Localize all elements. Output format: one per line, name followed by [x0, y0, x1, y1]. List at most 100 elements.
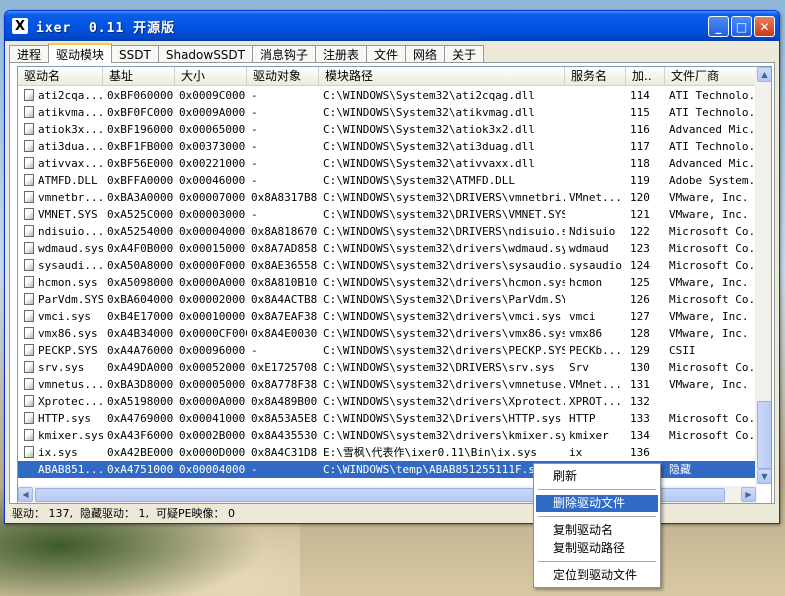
- table-row[interactable]: ativvax... 0xBF56E000 0x00221000- C:\WINDOW…: [18, 155, 758, 172]
- cell-module-path: C:\WINDOWS\system32\drivers\sysaudio...: [323, 259, 565, 272]
- scroll-left-icon[interactable]: ◀: [18, 487, 33, 502]
- driver-name-text: srv.sys: [38, 361, 85, 374]
- cell-file-vendor: [665, 444, 758, 461]
- cell-load-order: 128: [630, 327, 650, 340]
- cell-service-name: HTTP: [569, 412, 596, 425]
- driver-file-icon: [24, 429, 34, 441]
- cell-driver-object: 0x8A53A5E8: [251, 412, 318, 425]
- table-row[interactable]: ATMFD.DLL 0xBFFA0000 0x00046000- C:\WINDOWS…: [18, 172, 758, 189]
- cell-driver-object: -: [251, 89, 258, 102]
- cell-driver-name: srv.sys: [18, 359, 103, 376]
- cell-load-order: 122: [630, 225, 650, 238]
- driver-file-icon: [24, 89, 34, 101]
- table-row[interactable]: Xprotec... 0xA5198000 0x0000A000 0x8A489B00…: [18, 393, 758, 410]
- scroll-right-icon[interactable]: ▶: [741, 487, 756, 502]
- table-row[interactable]: hcmon.sys 0xA5098000 0x0000A000 0x8A810B10 C…: [18, 274, 758, 291]
- driver-name-text: PECKP.SYS: [38, 344, 98, 357]
- cell-service-name: [565, 87, 626, 104]
- menu-item-copy-driver-name[interactable]: 复制驱动名: [536, 522, 658, 539]
- maximize-button[interactable]: □: [731, 16, 752, 37]
- cell-file-vendor: VMware, Inc.: [669, 276, 749, 289]
- tab-7[interactable]: 文件: [366, 45, 407, 63]
- cell-driver-object: 0x8A818670: [251, 225, 318, 238]
- menu-item-locate-driver-file[interactable]: 定位到驱动文件: [536, 567, 658, 584]
- table-row[interactable]: atiok3x... 0xBF196000 0x00065000- C:\WINDOW…: [18, 121, 758, 138]
- table-row[interactable]: vmnetbr... 0xBA3A0000 0x00007000 0x8A8317B8…: [18, 189, 758, 206]
- table-row[interactable]: atikvma... 0xBF0FC000 0x0009A000- C:\WINDOW…: [18, 104, 758, 121]
- cell-load-order: 118: [630, 157, 650, 170]
- tab-3[interactable]: SSDT: [111, 45, 159, 63]
- cell-file-vendor: VMware, Inc.: [669, 310, 749, 323]
- scroll-down-icon[interactable]: ▼: [757, 469, 771, 484]
- table-row[interactable]: ParVdm.SYS 0xBA604000 0x00002000 0x8A4ACTB8…: [18, 291, 758, 308]
- table-row[interactable]: ndisuio... 0xA5254000 0x00004000 0x8A818670…: [18, 223, 758, 240]
- cell-size: 0x00221000: [179, 157, 246, 170]
- cell-driver-object: -: [251, 140, 258, 153]
- column-header-load-order[interactable]: 加..: [626, 67, 665, 86]
- table-row[interactable]: vmnetus... 0xBA3D8000 0x00005000 0x8A778F38…: [18, 376, 758, 393]
- table-row[interactable]: VMNET.SYS 0xA525C000 0x00003000- C:\WINDOWS…: [18, 206, 758, 223]
- cell-load-order: 134: [630, 429, 650, 442]
- cell-base-address: 0xA42BE000: [107, 446, 174, 459]
- table-row[interactable]: HTTP.sys 0xA4769000 0x00041000 0x8A53A5E8 C:…: [18, 410, 758, 427]
- cell-file-vendor: Advanced Mic...: [669, 157, 758, 170]
- cell-file-vendor: Microsoft Co...: [669, 429, 758, 442]
- close-button[interactable]: ✕: [754, 16, 775, 37]
- vertical-scrollbar[interactable]: ▲ ▼: [755, 67, 771, 485]
- cell-load-order: 120: [630, 191, 650, 204]
- column-header-module-path[interactable]: 模块路径: [319, 67, 565, 86]
- table-row[interactable]: wdmaud.sys 0xA4F0B000 0x00015000 0x8A7AD858…: [18, 240, 758, 257]
- table-row[interactable]: srv.sys 0xA49DA000 0x00052000 0xE1725708 C:\…: [18, 359, 758, 376]
- tab-2[interactable]: 驱动模块: [48, 43, 113, 63]
- cell-base-address: 0xBF1FB000: [107, 140, 174, 153]
- cell-size: 0x0000A000: [179, 395, 246, 408]
- vertical-scroll-thumb[interactable]: [757, 401, 771, 469]
- cell-driver-object: -: [251, 174, 258, 187]
- table-row[interactable]: kmixer.sys 0xA43F6000 0x0002B000 0x8A435530…: [18, 427, 758, 444]
- cell-file-vendor: [665, 393, 758, 410]
- column-header-service-name[interactable]: 服务名: [565, 67, 626, 86]
- table-row[interactable]: vmci.sys 0xB4E17000 0x00010000 0x8A7EAF38 C:…: [18, 308, 758, 325]
- cell-base-address: 0xBA3A0000: [107, 191, 174, 204]
- driver-file-icon: [24, 225, 34, 237]
- tab-panel: 驱动名 基址 大小 驱动对象 模块路径 服务名 加.. 文件厂商 ati2cqa... 0xBF…: [9, 62, 775, 504]
- cell-driver-name: hcmon.sys: [18, 274, 103, 291]
- scroll-up-icon[interactable]: ▲: [757, 67, 771, 82]
- column-header-size[interactable]: 大小: [175, 67, 247, 86]
- list-header: 驱动名 基址 大小 驱动对象 模块路径 服务名 加.. 文件厂商: [18, 67, 758, 86]
- cell-driver-object: 0x8A489B00: [251, 395, 318, 408]
- cell-service-name: VMnet...: [569, 191, 622, 204]
- driver-name-text: ndisuio...: [38, 225, 103, 238]
- tab-4[interactable]: ShadowSSDT: [157, 45, 253, 63]
- table-row[interactable]: sysaudi... 0xA50A8000 0x0000F000 0x8AE36558…: [18, 257, 758, 274]
- menu-item-refresh[interactable]: 刷新: [536, 468, 658, 485]
- cell-driver-name: ati3dua...: [18, 138, 103, 155]
- table-row[interactable]: ati3dua... 0xBF1FB000 0x00373000- C:\WINDOW…: [18, 138, 758, 155]
- tab-5[interactable]: 消息钩子: [252, 45, 317, 63]
- cell-module-path: C:\WINDOWS\system32\drivers\Xprotect...: [323, 395, 565, 408]
- table-row[interactable]: vmx86.sys 0xA4B34000 0x0000CF000 0x8A4E0030…: [18, 325, 758, 342]
- cell-size: 0x0000D000: [179, 446, 246, 459]
- driver-list[interactable]: 驱动名 基址 大小 驱动对象 模块路径 服务名 加.. 文件厂商 ati2cqa... 0xBF…: [17, 66, 772, 504]
- cell-module-path: C:\WINDOWS\System32\ati2cqag.dll: [323, 89, 535, 102]
- driver-file-icon: [24, 446, 34, 458]
- table-row[interactable]: PECKP.SYS 0xA4A76000 0x00096000- C:\WINDOWS…: [18, 342, 758, 359]
- cell-size: 0x00010000: [179, 310, 246, 323]
- column-header-driver-object[interactable]: 驱动对象: [247, 67, 319, 86]
- minimize-button[interactable]: _: [708, 16, 729, 37]
- tab-1[interactable]: 进程: [9, 45, 50, 63]
- column-header-file-vendor[interactable]: 文件厂商: [665, 67, 758, 86]
- tab-9[interactable]: 关于: [444, 45, 485, 63]
- cell-load-order: 124: [630, 259, 650, 272]
- table-row[interactable]: ix.sys 0xA42BE000 0x0000D000 0x8A4C31D8 E:\雪…: [18, 444, 758, 461]
- column-header-driver-name[interactable]: 驱动名: [18, 67, 103, 86]
- menu-item-delete-driver-file[interactable]: 删除驱动文件: [536, 495, 658, 512]
- table-row[interactable]: ati2cqa... 0xBF060000 0x0009C000- C:\WINDOW…: [18, 87, 758, 104]
- column-header-base-address[interactable]: 基址: [103, 67, 175, 86]
- tab-8[interactable]: 网络: [405, 45, 446, 63]
- tab-6[interactable]: 注册表: [315, 45, 368, 63]
- menu-item-copy-driver-path[interactable]: 复制驱动路径: [536, 540, 658, 557]
- cell-base-address: 0xBF0FC000: [107, 106, 174, 119]
- title-bar[interactable]: X ixer 0.11 开源版 _ □ ✕: [5, 11, 779, 41]
- cell-service-name: Srv: [569, 361, 589, 374]
